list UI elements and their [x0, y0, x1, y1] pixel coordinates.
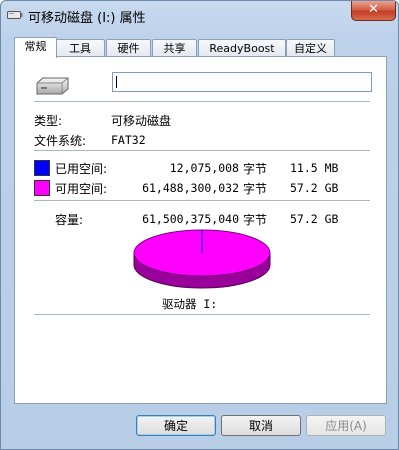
window-title: 可移动磁盘 (I:) 属性 [28, 11, 146, 26]
filesystem-value: FAT32 [111, 133, 146, 147]
title-bar[interactable]: 可移动磁盘 (I:) 属性 ✕ [1, 1, 398, 31]
free-space-label: 可用空间: [55, 182, 108, 196]
text-caret [116, 76, 117, 88]
capacity-label: 容量: [55, 213, 84, 227]
close-button[interactable]: ✕ [351, 1, 396, 21]
tab-tools[interactable]: 工具 [55, 39, 105, 57]
ok-button[interactable]: 确定 [136, 415, 216, 436]
tab-hardware[interactable]: 硬件 [106, 39, 151, 57]
capacity-bytes: 61,500,375,040 [142, 212, 239, 226]
tab-general[interactable]: 常规 [14, 37, 57, 58]
divider [34, 101, 370, 102]
used-space-unit: 字节 [243, 162, 268, 176]
free-space-swatch [34, 180, 50, 196]
volume-label-input[interactable] [112, 72, 372, 92]
type-label: 类型: [34, 114, 63, 128]
apply-button[interactable]: 应用(A) [306, 415, 386, 436]
free-space-unit: 字节 [243, 182, 268, 196]
divider [34, 314, 370, 315]
properties-window: 可移动磁盘 (I:) 属性 ✕ 常规 工具 硬件 共享 ReadyBoost 自… [0, 0, 399, 450]
tab-sharing[interactable]: 共享 [152, 39, 197, 57]
divider [34, 150, 370, 151]
used-space-bytes: 12,075,008 [169, 161, 239, 175]
tab-readyboost[interactable]: ReadyBoost [198, 39, 286, 57]
used-space-size: 11.5 MB [290, 161, 339, 175]
capacity-unit: 字节 [243, 213, 268, 227]
tab-customize[interactable]: 自定义 [286, 39, 335, 57]
close-icon: ✕ [368, 2, 379, 17]
used-space-label: 已用空间: [55, 162, 108, 176]
cancel-button[interactable]: 取消 [221, 415, 301, 436]
free-space-bytes: 61,488,300,032 [142, 181, 239, 195]
drive-caption: 驱动器 I: [162, 297, 218, 311]
capacity-size: 57.2 GB [290, 212, 339, 226]
removable-drive-icon [7, 11, 23, 19]
divider [34, 200, 370, 201]
type-value: 可移动磁盘 [111, 114, 172, 128]
disk-usage-pie [133, 229, 271, 289]
filesystem-label: 文件系统: [34, 134, 87, 148]
used-space-swatch [34, 160, 50, 176]
drive-large-icon [36, 77, 69, 95]
free-space-size: 57.2 GB [290, 181, 339, 195]
general-tab-panel: 类型: 可移动磁盘 文件系统: FAT32 已用空间: 12,075,008 字… [14, 56, 387, 404]
